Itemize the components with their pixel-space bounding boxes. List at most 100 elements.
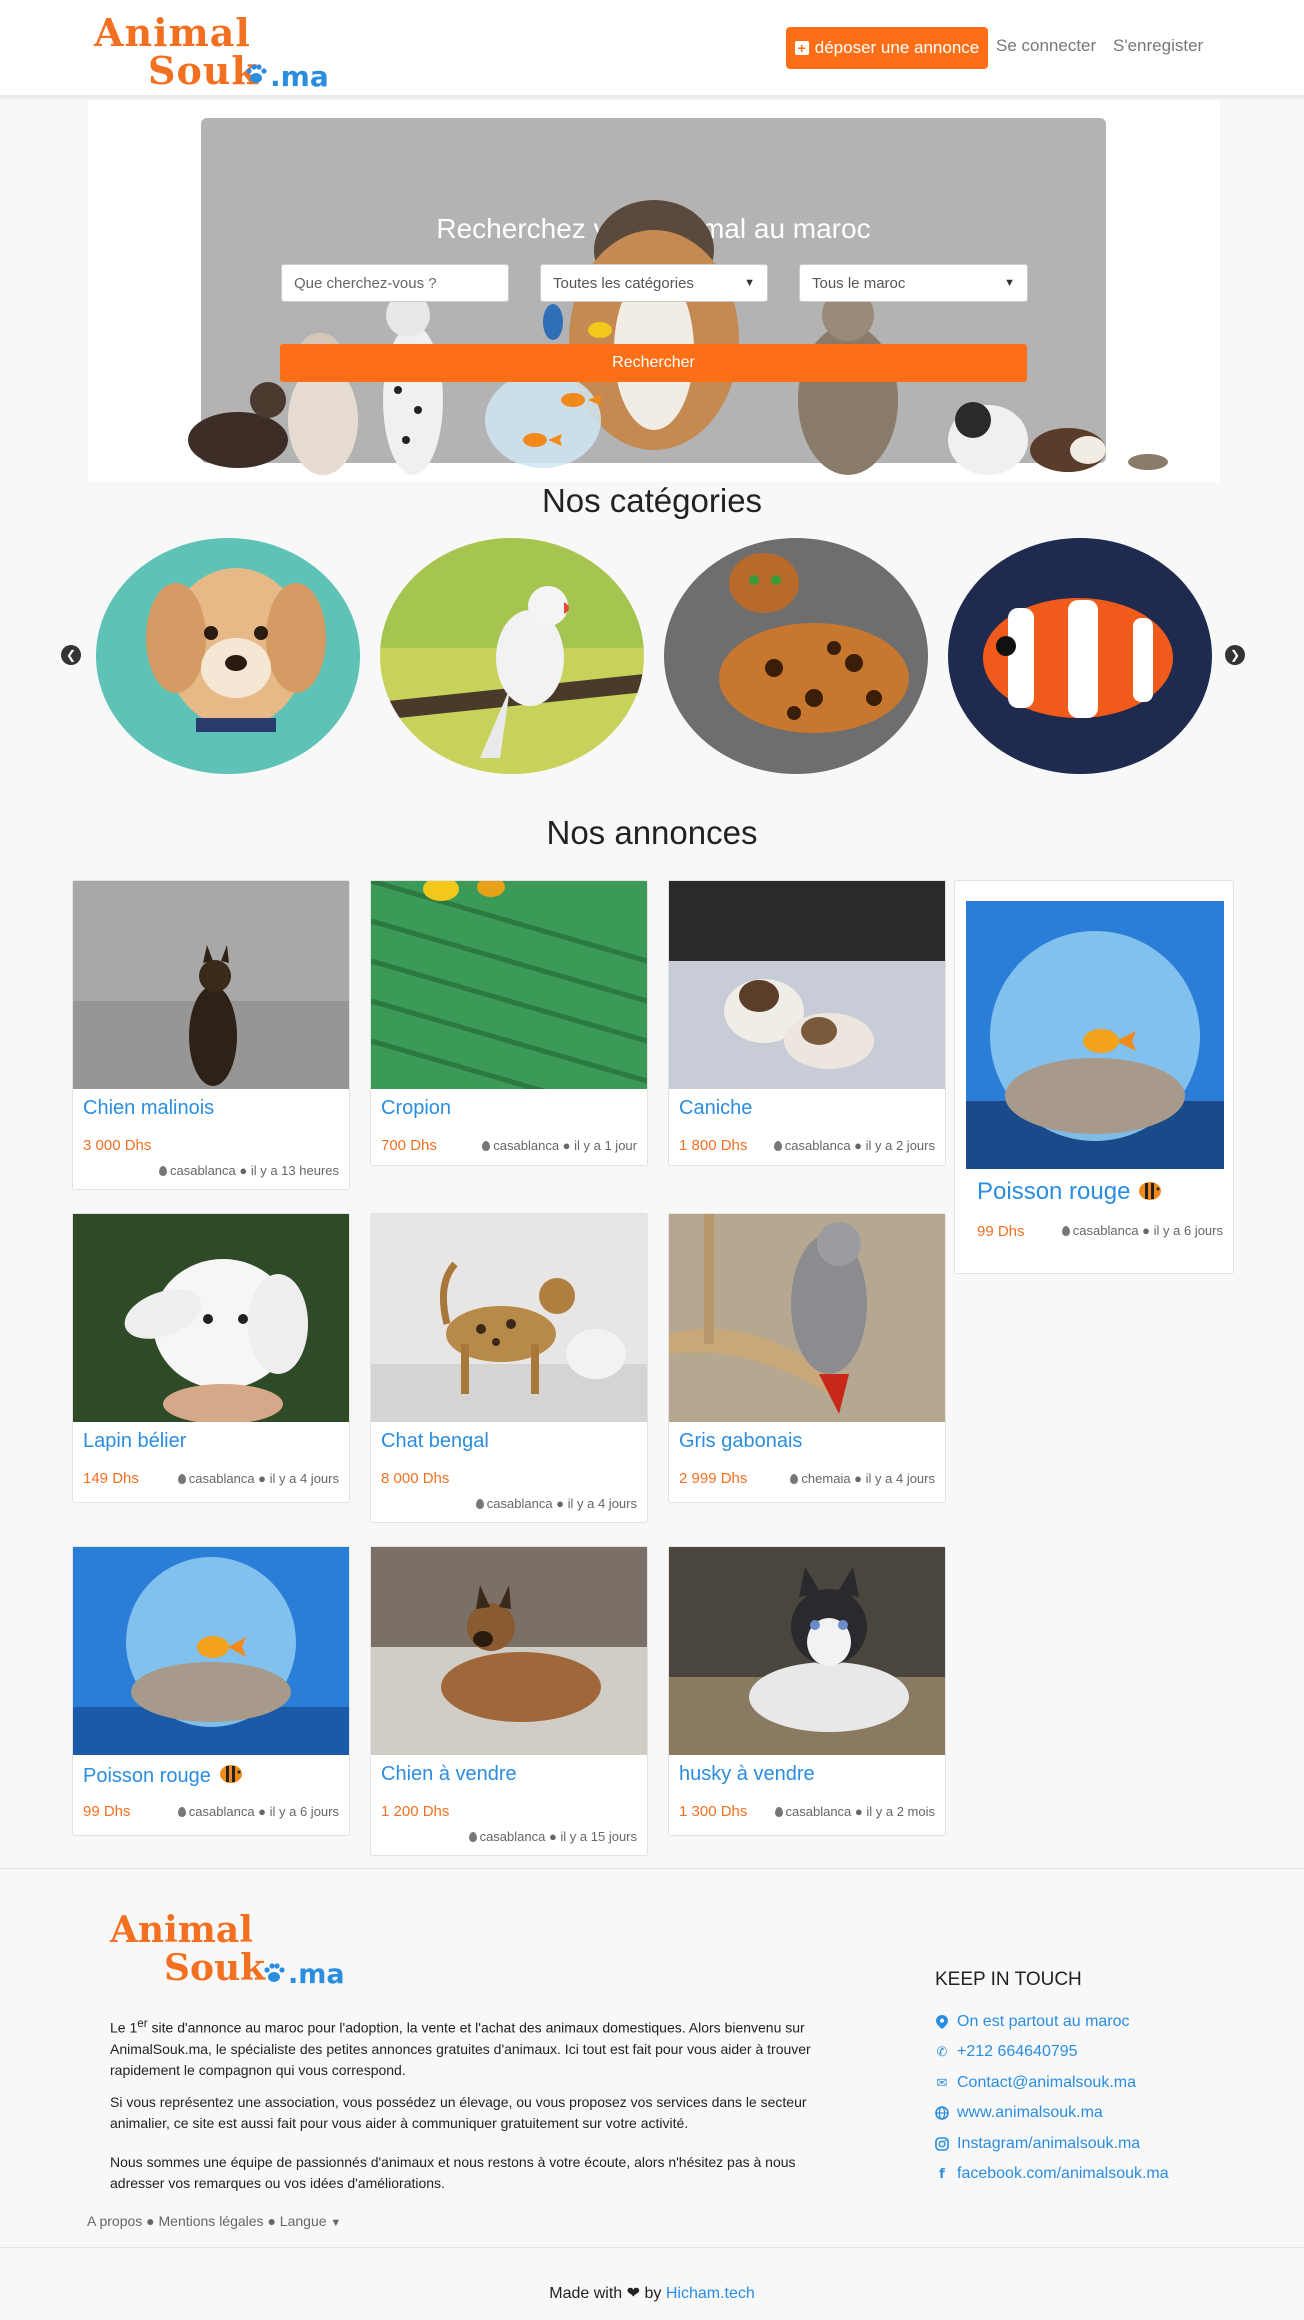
ad-title[interactable]: Poisson rouge bbox=[83, 1763, 243, 1788]
contact-text: www.animalsouk.ma bbox=[957, 2104, 1103, 2121]
contact-phone[interactable]: ✆ +212 664640795 bbox=[935, 2043, 1078, 2061]
ad-meta-text: casablanca ● il y a 2 mois bbox=[785, 1804, 935, 1819]
contact-instagram[interactable]: Instagram/animalsouk.ma bbox=[935, 2135, 1140, 2153]
footer-links-text[interactable]: A propos ● Mentions légales ● Langue bbox=[87, 2213, 327, 2229]
map-marker-icon bbox=[177, 1474, 186, 1484]
ad-meta: casablanca ● il y a 6 jours bbox=[1061, 1223, 1223, 1238]
site-logo[interactable]: Animal Souk .ma bbox=[94, 10, 329, 93]
envelope-icon: ✉ bbox=[936, 2075, 948, 2090]
post-ad-button[interactable]: + déposer une annonce bbox=[786, 27, 988, 69]
made-with: Made with ❤ by Hicham.tech bbox=[0, 2283, 1304, 2303]
map-marker-icon bbox=[482, 1141, 491, 1151]
category-fish[interactable] bbox=[948, 538, 1212, 774]
contact-website[interactable]: www.animalsouk.ma bbox=[935, 2104, 1103, 2122]
ad-title[interactable]: husky à vendre bbox=[679, 1763, 815, 1786]
ad-card[interactable]: Chien malinois 3 000 Dhs casablanca ● il… bbox=[72, 880, 350, 1190]
ad-meta-text: casablanca ● il y a 1 jour bbox=[493, 1138, 637, 1153]
ad-price: 1 300 Dhs bbox=[679, 1803, 748, 1820]
ad-meta-text: casablanca ● il y a 6 jours bbox=[1072, 1223, 1223, 1238]
ads-title: Nos annonces bbox=[546, 814, 758, 851]
ad-price: 1 200 Dhs bbox=[381, 1803, 450, 1820]
author-link[interactable]: Hicham.tech bbox=[666, 2285, 755, 2302]
ad-title[interactable]: Gris gabonais bbox=[679, 1430, 802, 1453]
instagram-icon bbox=[935, 2137, 949, 2151]
ad-meta-text: casablanca ● il y a 13 heures bbox=[169, 1163, 339, 1178]
category-cats[interactable] bbox=[664, 538, 928, 774]
ad-meta: casablanca ● il y a 2 mois bbox=[774, 1804, 935, 1819]
bird-photo-icon bbox=[380, 538, 644, 774]
ad-title[interactable]: Chien malinois bbox=[83, 1097, 214, 1120]
ad-meta: casablanca ● il y a 4 jours bbox=[475, 1496, 637, 1511]
ad-title[interactable]: Lapin bélier bbox=[83, 1430, 186, 1453]
ad-card[interactable]: husky à vendre 1 300 Dhs casablanca ● il… bbox=[668, 1546, 946, 1836]
ad-price: 2 999 Dhs bbox=[679, 1470, 748, 1487]
contact-text: Instagram/animalsouk.ma bbox=[957, 2135, 1141, 2152]
ad-card[interactable]: Poisson rouge 99 Dhs casablanca ● il y a… bbox=[72, 1546, 350, 1836]
ad-meta: casablanca ● il y a 6 jours bbox=[177, 1804, 339, 1819]
map-marker-icon bbox=[1061, 1226, 1070, 1236]
footer-paragraph-3: Nous sommes une équipe de passionnés d'a… bbox=[110, 2154, 796, 2191]
ad-meta: casablanca ● il y a 4 jours bbox=[177, 1471, 339, 1486]
search-input-placeholder: Que cherchez-vous ? bbox=[294, 274, 437, 292]
ad-price: 3 000 Dhs bbox=[83, 1137, 152, 1154]
category-select[interactable]: Toutes les catégories ▼ bbox=[540, 264, 768, 302]
ad-card[interactable]: Lapin bélier 149 Dhs casablanca ● il y a… bbox=[72, 1213, 350, 1503]
contact-text: +212 664640795 bbox=[957, 2043, 1078, 2060]
footer-logo[interactable]: Animal Souk .ma bbox=[110, 1909, 350, 1990]
ad-meta-text: casablanca ● il y a 4 jours bbox=[188, 1471, 339, 1486]
ad-photo bbox=[966, 901, 1224, 1169]
post-ad-label: déposer une annonce bbox=[814, 38, 980, 57]
chevron-down-icon: ▼ bbox=[744, 277, 755, 289]
carousel-next-button[interactable]: ❯ bbox=[1225, 645, 1245, 665]
ad-card[interactable]: Chat bengal 8 000 Dhs casablanca ● il y … bbox=[370, 1213, 648, 1523]
ad-card[interactable]: Gris gabonais 2 999 Dhs chemaia ● il y a… bbox=[668, 1213, 946, 1503]
login-link[interactable]: Se connecter bbox=[996, 36, 1096, 56]
map-marker-icon bbox=[774, 1807, 783, 1817]
ad-card[interactable]: Cropion 700 Dhs casablanca ● il y a 1 jo… bbox=[370, 880, 648, 1166]
logo-line-2: Souk bbox=[164, 1947, 266, 1989]
contact-facebook[interactable]: f facebook.com/animalsouk.ma bbox=[935, 2165, 1169, 2183]
facebook-icon: f bbox=[939, 2166, 945, 2182]
footer-paragraph-1: Le 1er site d'annonce au maroc pour l'ad… bbox=[110, 2013, 850, 2081]
footer-divider bbox=[0, 2247, 1304, 2248]
ad-meta-text: casablanca ● il y a 6 jours bbox=[188, 1804, 339, 1819]
footer-links[interactable]: A propos ● Mentions légales ● Langue ▼ bbox=[87, 2213, 341, 2229]
globe-icon bbox=[935, 2106, 949, 2120]
ad-meta: casablanca ● il y a 2 jours bbox=[773, 1138, 935, 1153]
ad-title[interactable]: Caniche bbox=[679, 1097, 752, 1120]
ad-price: 8 000 Dhs bbox=[381, 1470, 450, 1487]
ad-card[interactable]: Chien à vendre 1 200 Dhs casablanca ● il… bbox=[370, 1546, 648, 1856]
map-marker-icon bbox=[790, 1474, 799, 1484]
ad-title[interactable]: Chat bengal bbox=[381, 1430, 489, 1453]
contact-email[interactable]: ✉ Contact@animalsouk.ma bbox=[935, 2074, 1136, 2092]
made-with-text: Made with bbox=[549, 2285, 623, 2302]
ad-photo bbox=[73, 881, 349, 1089]
ad-photo bbox=[371, 1547, 647, 1755]
ad-price: 99 Dhs bbox=[977, 1223, 1025, 1240]
region-select-value: Tous le maroc bbox=[812, 274, 906, 292]
region-select[interactable]: Tous le maroc ▼ bbox=[799, 264, 1028, 302]
hero-banner: Recherchez votre animal au maroc Que che… bbox=[88, 100, 1220, 482]
search-input[interactable]: Que cherchez-vous ? bbox=[281, 264, 509, 302]
ad-title[interactable]: Chien à vendre bbox=[381, 1763, 517, 1786]
logo-line-2: Souk bbox=[148, 48, 259, 93]
category-dogs[interactable] bbox=[96, 538, 360, 774]
dog-photo-icon bbox=[96, 538, 360, 774]
p1-sup: er bbox=[137, 2017, 148, 2030]
ad-title[interactable]: Poisson rouge bbox=[977, 1178, 1162, 1206]
carousel-prev-button[interactable]: ❮ bbox=[61, 645, 81, 665]
ad-title[interactable]: Cropion bbox=[381, 1097, 451, 1120]
contact-text: facebook.com/animalsouk.ma bbox=[957, 2165, 1169, 2182]
category-select-value: Toutes les catégories bbox=[553, 274, 694, 292]
contact-location[interactable]: On est partout au maroc bbox=[935, 2013, 1130, 2031]
paw-icon bbox=[264, 1963, 285, 1982]
ad-card-featured[interactable]: Poisson rouge 99 Dhs casablanca ● il y a… bbox=[954, 880, 1234, 1274]
plus-square-icon: + bbox=[794, 41, 809, 55]
map-marker-icon bbox=[158, 1166, 167, 1176]
cat-photo-icon bbox=[664, 538, 928, 774]
search-button[interactable]: Rechercher bbox=[280, 344, 1027, 382]
ad-card[interactable]: Caniche 1 800 Dhs casablanca ● il y a 2 … bbox=[668, 880, 946, 1166]
register-link[interactable]: S'enregister bbox=[1113, 36, 1203, 56]
category-birds[interactable] bbox=[380, 538, 644, 774]
logo-line-3: .ma bbox=[270, 60, 329, 93]
